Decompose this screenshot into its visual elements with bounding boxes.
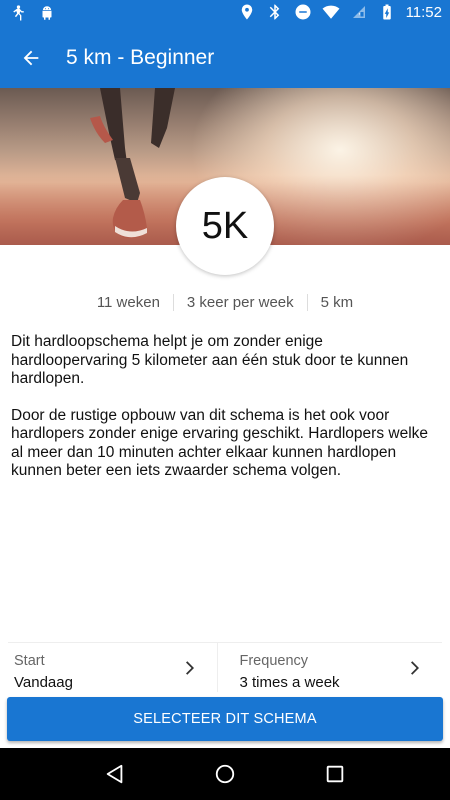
home-nav-icon[interactable] [205,754,245,794]
back-button[interactable] [0,28,62,88]
start-value: Vandaag [14,674,73,691]
status-bar: 11:52 [0,0,450,28]
distance-badge: 5K [176,177,274,275]
start-setting[interactable]: Start Vandaag [8,643,217,692]
schedule-stats: 11 weken 3 keer per week 5 km [0,288,450,316]
frequency-value: 3 times a week [239,674,340,691]
arrow-back-icon [23,50,39,66]
do-not-disturb-icon [294,3,312,21]
app-bar: 5 km - Beginner [0,28,450,88]
select-schedule-button[interactable]: SELECTEER DIT SCHEMA [7,697,443,741]
back-nav-icon[interactable] [95,754,135,794]
status-time: 11:52 [405,3,442,21]
chevron-right-icon [183,661,195,675]
wifi-icon [322,3,340,21]
stat-distance: 5 km [306,293,367,311]
runner-app-icon [8,4,26,22]
schedule-settings: Start Vandaag Frequency 3 times a week [8,642,442,692]
chevron-right-icon [408,661,420,675]
description-paragraph: Dit hardloopschema helpt je om zonder en… [11,333,409,387]
stat-frequency: 3 keer per week [172,293,307,311]
page-title: 5 km - Beginner [66,46,215,69]
stat-duration: 11 weken [96,293,160,311]
frequency-setting[interactable]: Frequency 3 times a week [216,643,443,692]
no-signal-icon [350,3,368,21]
system-nav-bar [0,748,450,800]
recents-nav-icon[interactable] [315,754,355,794]
bluetooth-icon [266,3,284,21]
location-icon [238,3,256,21]
description-paragraph: Door de rustige opbouw van dit schema is… [11,406,429,480]
schedule-description: Dit hardloopschema helpt je om zonder en… [11,333,439,481]
android-icon [38,4,56,22]
battery-charging-icon [378,3,396,21]
